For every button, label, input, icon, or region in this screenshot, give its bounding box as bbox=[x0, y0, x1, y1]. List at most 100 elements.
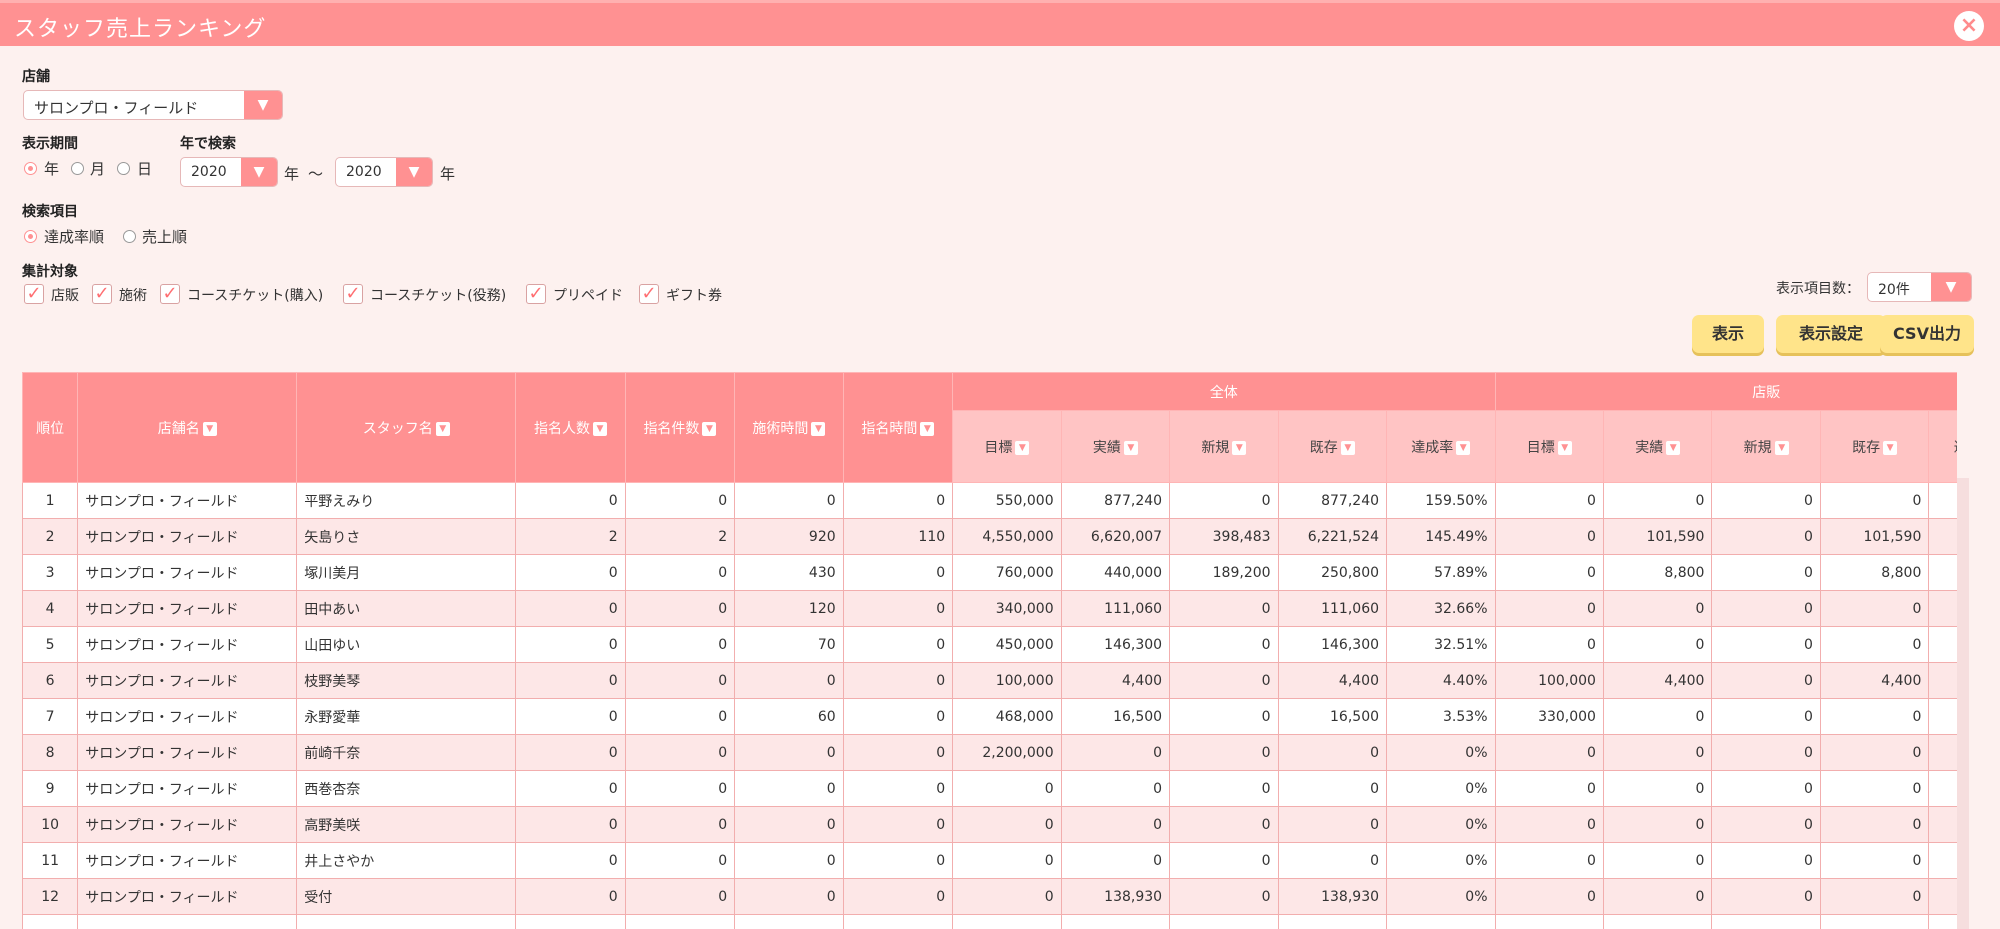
table-cell: 6 bbox=[22, 662, 79, 699]
table-cell: 0 bbox=[1494, 734, 1604, 771]
search-option-sales: 売上順 bbox=[142, 228, 188, 246]
table-cell: 760,000 bbox=[952, 554, 1062, 591]
table-cell: 0 bbox=[1711, 626, 1821, 663]
table-cell: 0 bbox=[1602, 590, 1713, 627]
table-row[interactable] bbox=[22, 914, 1957, 929]
table-cell: 0 bbox=[1169, 734, 1279, 771]
header-nominations-count[interactable]: 指名件数 ▼ bbox=[624, 372, 736, 483]
period-radio-year[interactable] bbox=[24, 162, 37, 175]
table-cell: 0 bbox=[515, 698, 626, 735]
subheader-cell[interactable]: 目標 ▼ bbox=[952, 410, 1062, 483]
table-row[interactable]: 5 サロンプロ・フィールド 山田ゆい 0 0 70 0 450,000 146,300 0 146,… bbox=[22, 626, 1957, 663]
table-cell: 0 bbox=[624, 698, 736, 735]
year-from-select[interactable]: 2020 ▼ bbox=[180, 157, 278, 187]
sort-icon[interactable]: ▼ bbox=[592, 421, 607, 436]
checkbox-course-purchase[interactable]: ✓ bbox=[160, 284, 180, 304]
table-row[interactable]: 12 サロンプロ・フィールド 受付 0 0 0 0 0 138,930 0 138,930 0% 0 0 0… bbox=[22, 878, 1957, 915]
subheader-cell[interactable]: 新規 ▼ bbox=[1169, 410, 1279, 483]
header-group-all-label: 全体 bbox=[1209, 384, 1238, 401]
sort-icon[interactable]: ▼ bbox=[1015, 440, 1030, 455]
table-row[interactable]: 10 サロンプロ・フィールド 高野美咲 0 0 0 0 0 0 0 0 0% 0 0 0 0 bbox=[22, 806, 1957, 843]
table-cell bbox=[1277, 914, 1388, 929]
period-radio-month[interactable] bbox=[71, 162, 84, 175]
table-cell: 0 bbox=[1711, 554, 1821, 591]
sort-icon[interactable]: ▼ bbox=[1340, 440, 1355, 455]
table-row[interactable]: 4 サロンプロ・フィールド 田中あい 0 0 120 0 340,000 111,060 0 111… bbox=[22, 590, 1957, 627]
table-cell: 101,590 bbox=[1819, 518, 1930, 555]
table-cell: 0 bbox=[1169, 698, 1279, 735]
table-cell: 0 bbox=[734, 878, 844, 915]
table-cell: 0 bbox=[1602, 626, 1713, 663]
table-cell: 10 bbox=[22, 806, 79, 843]
header-store[interactable]: 店舗名 ▼ bbox=[77, 372, 298, 483]
table-row[interactable]: 8 サロンプロ・フィールド 前崎千奈 0 0 0 0 2,200,000 0 0 0 0% 0 0 0 0 bbox=[22, 734, 1957, 771]
store-select[interactable]: サロンプロ・フィールド ▼ bbox=[23, 90, 283, 120]
table-cell: 0 bbox=[1494, 806, 1604, 843]
sort-icon[interactable]: ▼ bbox=[202, 421, 217, 436]
checkbox-treatment[interactable]: ✓ bbox=[92, 284, 112, 304]
table-cell: サロンプロ・フィールド bbox=[77, 806, 298, 843]
table-cell: 0% bbox=[1386, 770, 1496, 807]
search-radio-achievement[interactable] bbox=[24, 230, 37, 243]
subheader-label: 達成率 bbox=[1954, 440, 1957, 456]
subheader-cell[interactable]: 実績 ▼ bbox=[1602, 410, 1713, 483]
header-treatment-time[interactable]: 施術時間 ▼ bbox=[734, 372, 844, 483]
checkbox-prepaid[interactable]: ✓ bbox=[526, 284, 546, 304]
table-cell: 0 bbox=[515, 662, 626, 699]
period-radio-day[interactable] bbox=[117, 162, 130, 175]
table-row[interactable]: 11 サロンプロ・フィールド 井上さやか 0 0 0 0 0 0 0 0 0% 0 0 0 0 bbox=[22, 842, 1957, 879]
subheader-cell[interactable]: 達成率▼ bbox=[1386, 410, 1496, 483]
display-count-select[interactable]: 20件 ▼ bbox=[1867, 272, 1972, 302]
sort-icon[interactable]: ▼ bbox=[1774, 440, 1789, 455]
header-staff[interactable]: スタッフ名 ▼ bbox=[296, 372, 517, 483]
sort-icon[interactable]: ▼ bbox=[435, 421, 450, 436]
subheader-cell[interactable]: 既存 ▼ bbox=[1277, 410, 1388, 483]
header-nomination-time[interactable]: 指名時間 ▼ bbox=[842, 372, 954, 483]
sort-icon[interactable]: ▼ bbox=[1557, 440, 1572, 455]
search-item-label: 検索項目 bbox=[22, 204, 78, 220]
year-to-select[interactable]: 2020 ▼ bbox=[335, 157, 433, 187]
table-cell: 0 bbox=[624, 842, 736, 879]
close-icon[interactable]: × bbox=[1954, 11, 1984, 41]
sort-icon[interactable]: ▼ bbox=[1232, 440, 1247, 455]
table-cell bbox=[1928, 842, 1957, 879]
table-row[interactable]: 6 サロンプロ・フィールド 枝野美琴 0 0 0 0 100,000 4,400 0 4,400 4.… bbox=[22, 662, 1957, 699]
sort-icon[interactable]: ▼ bbox=[1666, 440, 1681, 455]
table-cell: 0 bbox=[734, 734, 844, 771]
checkbox-gift[interactable]: ✓ bbox=[639, 284, 659, 304]
checkbox-retail[interactable]: ✓ bbox=[24, 284, 44, 304]
header-staff-label: スタッフ名 bbox=[362, 420, 433, 437]
checkbox-course-service[interactable]: ✓ bbox=[343, 284, 363, 304]
table-scrollbar[interactable] bbox=[1957, 478, 1969, 929]
table-row[interactable]: 7 サロンプロ・フィールド 永野愛華 0 0 60 0 468,000 16,500 0 16,50… bbox=[22, 698, 1957, 735]
table-cell bbox=[1928, 590, 1957, 627]
sort-icon[interactable]: ▼ bbox=[702, 421, 717, 436]
table-row[interactable]: 2 サロンプロ・フィールド 矢島りさ 2 2 920 110 4,550,000 6,620,0… bbox=[22, 518, 1957, 555]
subheader-cell[interactable]: 実績 ▼ bbox=[1060, 410, 1171, 483]
sort-icon[interactable]: ▼ bbox=[1883, 440, 1898, 455]
table-cell bbox=[1928, 554, 1957, 591]
subheader-cell[interactable]: 目標 ▼ bbox=[1494, 410, 1604, 483]
table-row[interactable]: 1 サロンプロ・フィールド 平野えみり 0 0 0 0 550,000 877,240 0 877,… bbox=[22, 482, 1957, 519]
table-cell: 146,300 bbox=[1277, 626, 1388, 663]
sort-icon[interactable]: ▼ bbox=[1456, 440, 1471, 455]
table-cell: 0 bbox=[842, 482, 954, 519]
subheader-cell[interactable]: 達成率▼ bbox=[1928, 410, 1957, 483]
sort-icon[interactable]: ▼ bbox=[1123, 440, 1138, 455]
sort-icon[interactable]: ▼ bbox=[811, 421, 826, 436]
subheader-cell[interactable]: 既存 ▼ bbox=[1819, 410, 1930, 483]
show-button[interactable]: 表示 bbox=[1692, 315, 1764, 353]
display-settings-button[interactable]: 表示設定 bbox=[1776, 315, 1886, 353]
table-cell: 138,930 bbox=[1060, 878, 1171, 915]
search-radio-sales[interactable] bbox=[123, 230, 136, 243]
table-cell: 0 bbox=[624, 482, 736, 519]
sort-icon[interactable]: ▼ bbox=[920, 421, 935, 436]
header-nominations-people[interactable]: 指名人数 ▼ bbox=[515, 372, 626, 483]
table-cell: 110 bbox=[842, 518, 954, 555]
csv-export-button[interactable]: CSV出力 bbox=[1880, 315, 1974, 353]
table-cell: 32.66% bbox=[1386, 590, 1496, 627]
table-row[interactable]: 3 サロンプロ・フィールド 塚川美月 0 0 430 0 760,000 440,000 189,… bbox=[22, 554, 1957, 591]
table-cell: 450,000 bbox=[952, 626, 1062, 663]
subheader-cell[interactable]: 新規 ▼ bbox=[1711, 410, 1821, 483]
table-row[interactable]: 9 サロンプロ・フィールド 西巻杏奈 0 0 0 0 0 0 0 0 0% 0 0 0 0 bbox=[22, 770, 1957, 807]
